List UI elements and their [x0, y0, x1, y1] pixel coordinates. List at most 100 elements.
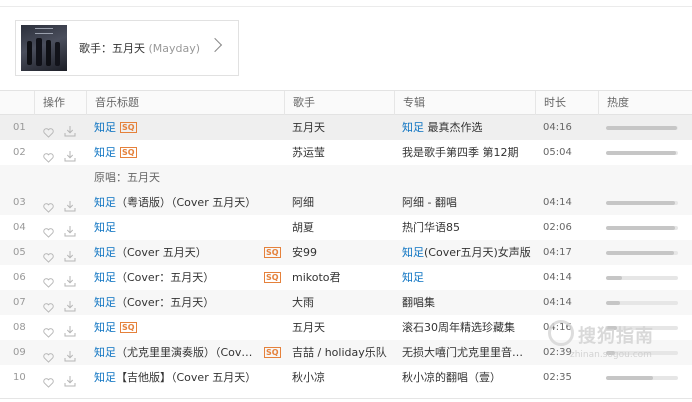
album-link[interactable]: 知足	[402, 246, 424, 259]
song-title: 知足 SQ	[94, 140, 284, 165]
heart-icon[interactable]	[43, 297, 54, 313]
album-name[interactable]: 我是歌手第四季 第12期	[402, 140, 532, 165]
artist-name: 歌手：五月天 (Mayday)	[79, 40, 200, 56]
heat-meter	[606, 215, 680, 240]
download-icon[interactable]	[64, 321, 76, 337]
sq-badge: SQ	[264, 247, 281, 258]
heart-icon[interactable]	[43, 272, 54, 288]
song-title-link[interactable]: 知足	[94, 221, 116, 234]
header-singer[interactable]: 歌手	[284, 91, 394, 115]
song-title-link[interactable]: 知足	[94, 246, 116, 259]
row-number: 06	[13, 272, 26, 283]
song-title: 知足（粤语版）（Cover 五月天）	[94, 190, 284, 215]
album-text: 最真杰作选	[424, 121, 483, 134]
album-name[interactable]: 知足(Cover五月天)女声版	[402, 240, 532, 265]
song-title-link[interactable]: 知足	[94, 296, 116, 309]
download-icon[interactable]	[64, 296, 76, 312]
song-title: 知足 SQ	[94, 115, 284, 140]
row-actions	[43, 240, 83, 265]
table-row[interactable]: 07 知足（Cover：五月天） 大雨 翻唱集 04:14	[0, 290, 692, 315]
album-name[interactable]: 知足 最真杰作选	[402, 115, 532, 140]
artist-card[interactable]: 歌手：五月天 (Mayday)	[15, 20, 239, 76]
song-title-link[interactable]: 知足	[94, 371, 116, 384]
sq-badge: SQ	[120, 147, 137, 158]
download-icon[interactable]	[64, 246, 76, 262]
download-icon[interactable]	[64, 196, 76, 212]
download-icon[interactable]	[64, 371, 76, 387]
sq-badge: SQ	[120, 122, 137, 133]
download-icon[interactable]	[64, 121, 76, 137]
table-row[interactable]: 01 知足 SQ 五月天 知足 最真杰作选 04:16	[0, 115, 692, 140]
heart-icon[interactable]	[43, 122, 54, 138]
singer-name[interactable]: 阿细	[292, 190, 392, 215]
album-text: 热门华语85	[402, 221, 460, 234]
header-title[interactable]: 音乐标题	[86, 91, 284, 115]
singer-name[interactable]: 秋小凉	[292, 365, 392, 390]
song-title-link[interactable]: 知足	[94, 321, 116, 334]
table-row[interactable]: 04 知足 胡夏 热门华语85 02:06	[0, 215, 692, 240]
download-icon[interactable]	[64, 146, 76, 162]
singer-name[interactable]: 大雨	[292, 290, 392, 315]
table-row[interactable]: 03 知足（粤语版）（Cover 五月天） 阿细 阿细 - 翻唱 04:14	[0, 190, 692, 215]
song-title-link[interactable]: 知足	[94, 196, 116, 209]
song-title-link[interactable]: 知足	[94, 346, 116, 359]
watermark-text: 搜狗指南	[578, 326, 654, 347]
heart-icon[interactable]	[43, 322, 54, 338]
header-duration[interactable]: 时长	[535, 91, 598, 115]
singer-name[interactable]: 胡夏	[292, 215, 392, 240]
song-title-link[interactable]: 知足	[94, 271, 116, 284]
singer-name[interactable]: 五月天	[292, 115, 392, 140]
heat-meter	[606, 140, 680, 165]
artist-english: (Mayday)	[145, 42, 201, 55]
row-actions	[43, 340, 83, 365]
singer-name[interactable]: 五月天	[292, 315, 392, 340]
singer-name[interactable]: 安99	[292, 240, 392, 265]
table-row[interactable]: 02 知足 SQ 苏运莹 我是歌手第四季 第12期 05:04	[0, 140, 692, 165]
table-row[interactable]: 05 知足（Cover 五月天） SQ 安99 知足(Cover五月天)女声版 04:17	[0, 240, 692, 265]
row-actions	[43, 290, 83, 315]
heart-icon[interactable]	[43, 247, 54, 263]
heat-meter	[606, 265, 680, 290]
heart-icon[interactable]	[43, 222, 54, 238]
album-text: 秋小凉的翻唱（壹）	[402, 371, 501, 384]
watermark-url: zhinan.sogou.com	[570, 350, 652, 360]
album-name[interactable]: 秋小凉的翻唱（壹）	[402, 365, 532, 390]
song-title-link[interactable]: 知足	[94, 121, 116, 134]
song-title-suffix: （Cover：五月天）	[116, 271, 215, 284]
song-title-suffix: 【吉他版】（Cover 五月天）	[116, 371, 257, 384]
heart-icon[interactable]	[43, 197, 54, 213]
song-title: 知足	[94, 215, 284, 240]
download-icon[interactable]	[64, 346, 76, 362]
original-singer-row: 原唱：五月天	[0, 165, 692, 190]
heat-meter	[606, 365, 680, 390]
album-name[interactable]: 无损大嘻门尤克里里音…	[402, 340, 532, 365]
row-actions	[43, 315, 83, 340]
album-name[interactable]: 翻唱集	[402, 290, 532, 315]
album-name[interactable]: 知足	[402, 265, 532, 290]
chevron-right-icon[interactable]	[207, 37, 223, 53]
album-name[interactable]: 滚石30周年精选珍藏集	[402, 315, 532, 340]
row-number: 04	[13, 222, 26, 233]
table-row[interactable]: 06 知足（Cover：五月天） SQ mikoto君 知足 04:14	[0, 265, 692, 290]
album-name[interactable]: 热门华语85	[402, 215, 532, 240]
heart-icon[interactable]	[43, 372, 54, 388]
singer-name[interactable]: 吉喆 / holiday乐队	[292, 340, 392, 365]
album-name[interactable]: 阿细 - 翻唱	[402, 190, 532, 215]
header-album[interactable]: 专辑	[394, 91, 535, 115]
album-link[interactable]: 知足	[402, 271, 424, 284]
album-link[interactable]: 知足	[402, 121, 424, 134]
heart-icon[interactable]	[43, 147, 54, 163]
header-heat[interactable]: 热度	[598, 91, 692, 115]
sq-badge: SQ	[264, 347, 281, 358]
singer-name[interactable]: mikoto君	[292, 265, 392, 290]
download-icon[interactable]	[64, 271, 76, 287]
song-title: 知足【吉他版】（Cover 五月天）	[94, 365, 284, 390]
header-ops: 操作	[34, 91, 86, 115]
table-row[interactable]: 10 知足【吉他版】（Cover 五月天） 秋小凉 秋小凉的翻唱（壹） 02:35	[0, 365, 692, 390]
heart-icon[interactable]	[43, 347, 54, 363]
song-title-link[interactable]: 知足	[94, 146, 116, 159]
watermark: 搜狗指南 zhinan.sogou.com	[548, 316, 688, 368]
download-icon[interactable]	[64, 221, 76, 237]
singer-name[interactable]: 苏运莹	[292, 140, 392, 165]
song-title: 知足（尤克里里演奏版）（Cov… SQ	[94, 340, 284, 365]
